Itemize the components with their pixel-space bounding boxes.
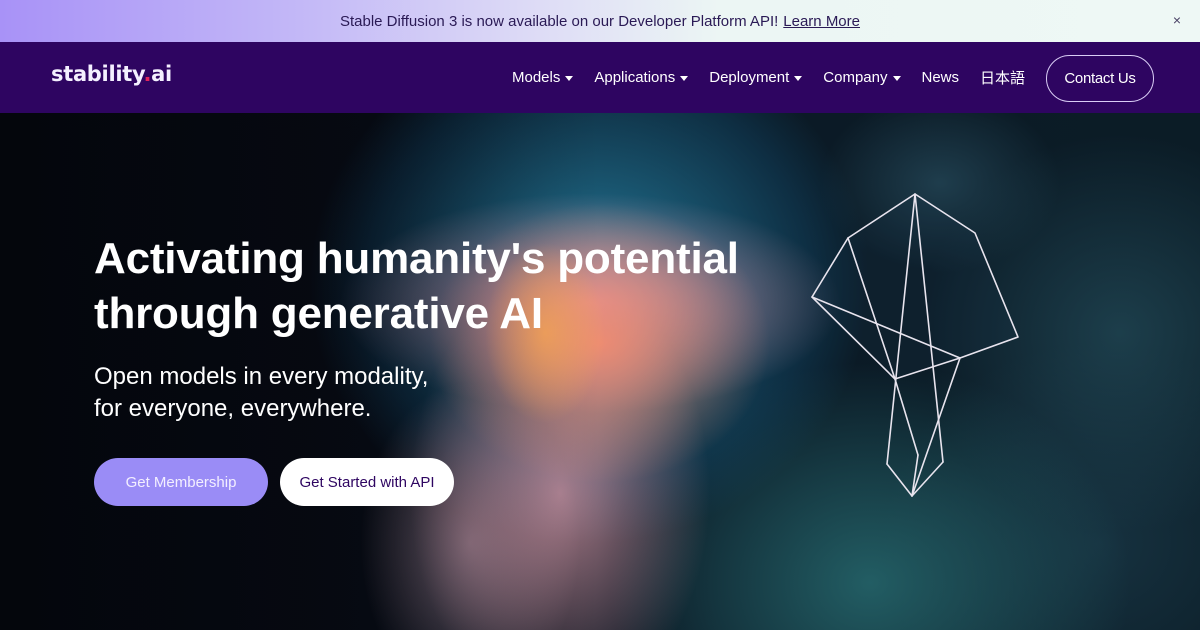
headline-line-2: through generative AI [94, 289, 543, 338]
wireframe-edge [911, 357, 961, 497]
nav-item-news[interactable]: News [922, 69, 960, 86]
subheadline-line-2: for everyone, everywhere. [94, 395, 372, 422]
nav-item-deployment[interactable]: Deployment [709, 69, 803, 86]
nav-item-applications[interactable]: Applications [594, 69, 689, 86]
announcement-banner: Stable Diffusion 3 is now available on o… [0, 0, 1200, 42]
nav-item-label: Applications [594, 69, 676, 86]
nav-item-label: 日本語 [980, 70, 1026, 87]
contact-us-button[interactable]: Contact Us [1046, 55, 1154, 102]
top-navigation: stability.ai Models Applications Deploym… [0, 42, 1200, 113]
hero-section: Activating humanity's potential through … [0, 113, 1200, 630]
nav-item-label: Models [512, 69, 561, 86]
get-membership-button[interactable]: Get Membership [94, 458, 268, 506]
caret-down-icon [680, 76, 689, 81]
caret-down-icon [794, 76, 803, 81]
nav-item-japanese[interactable]: 日本語 [980, 67, 1025, 88]
nav-item-label: News [921, 69, 960, 86]
wireframe-edge [894, 378, 919, 456]
caret-down-icon [565, 76, 574, 81]
close-icon[interactable]: × [1168, 11, 1186, 29]
headline-line-1: Activating humanity's potential [94, 234, 739, 283]
stability-ai-logo[interactable]: stability.ai [51, 62, 172, 86]
logo-dot: . [143, 62, 152, 86]
nav-item-label: Company [823, 69, 888, 86]
subheadline-line-1: Open models in every modality, [94, 363, 429, 390]
nav-item-models[interactable]: Models [512, 69, 574, 86]
logo-text: stability [51, 62, 144, 86]
get-started-api-button[interactable]: Get Started with API [280, 458, 454, 506]
wireframe-edge [886, 463, 913, 497]
banner-message: Stable Diffusion 3 is now available on o… [339, 12, 779, 30]
caret-down-icon [892, 76, 901, 81]
hero-headline: Activating humanity's potential through … [94, 231, 814, 341]
nav-item-label: Deployment [709, 69, 790, 86]
logo-text-end: ai [151, 62, 172, 86]
nav-menu: Models Applications Deployment Company N… [512, 42, 1046, 113]
hero-subheadline: Open models in every modality, for every… [94, 361, 514, 425]
wireframe-upper-facet [811, 193, 1019, 380]
nav-item-company[interactable]: Company [823, 69, 901, 86]
learn-more-link[interactable]: Learn More [783, 13, 860, 30]
